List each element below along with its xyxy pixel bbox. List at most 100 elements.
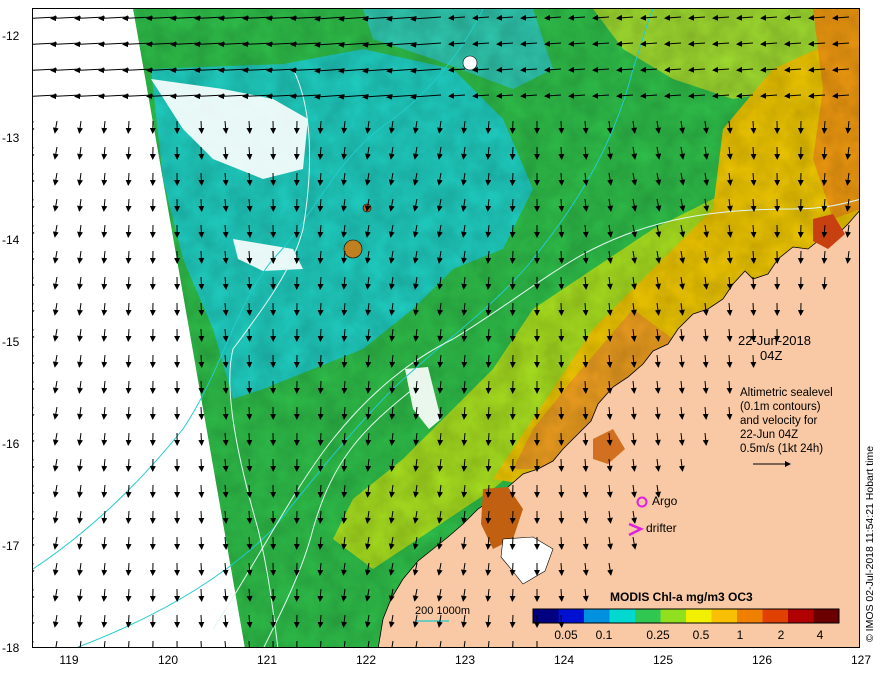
colorbar-tick-1: 0.1 [595,628,613,642]
lat-tick-label: -18 [2,641,20,655]
velocity-arrow [509,614,516,628]
velocity-arrow [509,250,516,264]
colorbar-swatch [609,609,636,623]
velocity-arrow [198,146,205,160]
velocity-arrow [198,562,205,576]
info-line-3: and velocity for [740,415,818,427]
drifter-label: drifter [646,521,677,535]
velocity-arrow [246,302,253,316]
velocity-arrow [246,354,253,368]
info-line-1: Altimetric sealevel [740,387,833,399]
colorbar-swatch [686,609,712,623]
colorbar-swatch [635,609,661,623]
watermark-text: © IMOS 02-Jul-2018 11:54:21 Hobart time [864,445,876,642]
colorbar-title: MODIS Chl-a mg/m3 OC3 [610,590,753,604]
island-3 [462,55,478,71]
lon-tick-label: 119 [59,653,79,667]
velocity-arrow [198,614,205,628]
colorbar [532,608,840,624]
velocity-arrow [198,588,205,602]
velocity-arrow [246,380,253,394]
velocity-arrow [198,328,205,342]
velocity-arrow [558,536,565,550]
velocity-arrow [246,406,253,420]
lon-tick-label: 125 [652,653,674,667]
velocity-arrow [509,120,516,134]
colorbar-swatch [584,609,610,623]
velocity-arrow [246,432,253,446]
lat-tick-label: -15 [2,335,20,349]
velocity-arrow [198,172,205,186]
contour-legend-label: 200 1000m [415,605,471,617]
lon-tick-label: 126 [751,653,773,667]
lat-tick-label: -12 [2,29,20,43]
velocity-arrow [512,640,514,647]
colorbar-tick-6: 4 [816,628,824,642]
velocity-arrow [558,510,565,524]
date-line2: 04Z [760,348,783,363]
velocity-arrow [198,198,205,212]
velocity-arrow [558,250,565,264]
velocity-arrow [317,380,324,394]
island-1 [343,239,363,259]
lat-tick-label: -17 [2,539,20,553]
watermark: © IMOS 02-Jul-2018 11:54:21 Hobart time [864,392,878,642]
velocity-arrow [198,224,205,238]
velocity-arrow [246,458,253,472]
velocity-arrow [317,328,324,342]
lon-tick-label: 122 [355,653,377,667]
colorbar-tick-2: 0.25 [646,628,670,642]
date-annotation: 22-Jun-2018 04Z [738,333,811,363]
lon-tick-label: 123 [454,653,476,667]
lat-tick-label: -13 [2,131,20,145]
velocity-arrow [198,276,205,290]
velocity-arrow [246,328,253,342]
velocity-arrow [198,510,205,524]
colorbar-swatch [762,609,789,623]
velocity-arrow [509,510,516,524]
velocity-arrow [558,614,565,628]
colorbar-swatch [558,609,585,623]
velocity-arrow [509,276,516,290]
lat-tick-label: -16 [2,437,20,451]
velocity-arrow [317,458,324,472]
velocity-arrow [198,432,205,446]
lon-tick-label: 124 [553,653,575,667]
velocity-arrow [558,146,565,160]
info-annotation: Altimetric sealevel (0.1m contours) and … [740,386,833,456]
map-canvas [33,9,859,647]
velocity-arrow [509,198,516,212]
colorbar-swatch [737,609,763,623]
info-line-4: 22-Jun 04Z [740,429,799,441]
colorbar-tick-4: 1 [736,628,744,642]
lon-tick-label: 121 [256,653,278,667]
colorbar-swatch [788,609,814,623]
velocity-arrow [509,562,516,576]
velocity-arrow [198,302,205,316]
colorbar-swatch [711,609,738,623]
velocity-arrow [198,536,205,550]
velocity-arrow [558,484,565,498]
info-line-5: 0.5m/s (1kt 24h) [740,443,824,455]
velocity-arrow [509,588,516,602]
velocity-arrow [509,224,516,238]
info-line-2: (0.1m contours) [740,401,821,413]
velocity-arrow [200,640,202,647]
velocity-arrow [558,302,565,316]
velocity-arrow [317,432,324,446]
velocity-arrow [198,250,205,264]
velocity-arrow [198,380,205,394]
velocity-arrow [509,146,516,160]
velocity-arrow [558,120,565,134]
velocity-arrow [317,406,324,420]
colorbar-tick-5: 2 [777,628,785,642]
velocity-arrow [509,536,516,550]
velocity-arrow [198,458,205,472]
colorbar-tick-3: 0.5 [692,628,710,642]
velocity-arrow [509,172,516,186]
velocity-arrow [198,354,205,368]
velocity-arrow [750,302,757,316]
lon-tick-label: 120 [157,653,179,667]
velocity-arrow [198,120,205,134]
date-line1: 22-Jun-2018 [738,333,811,348]
